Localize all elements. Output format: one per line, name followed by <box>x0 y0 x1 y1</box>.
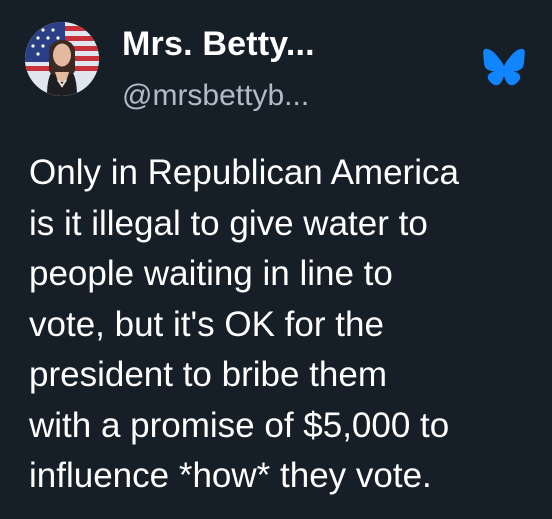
bluesky-butterfly-icon <box>483 48 525 86</box>
display-name[interactable]: Mrs. Betty... <box>122 24 315 64</box>
avatar-photo <box>25 22 99 96</box>
post-text: Only in Republican America is it illegal… <box>29 153 459 495</box>
avatar[interactable] <box>25 22 99 96</box>
user-handle[interactable]: @mrsbettyb... <box>122 78 309 114</box>
social-post: Mrs. Betty... @mrsbettyb... Only in Repu… <box>0 0 552 519</box>
